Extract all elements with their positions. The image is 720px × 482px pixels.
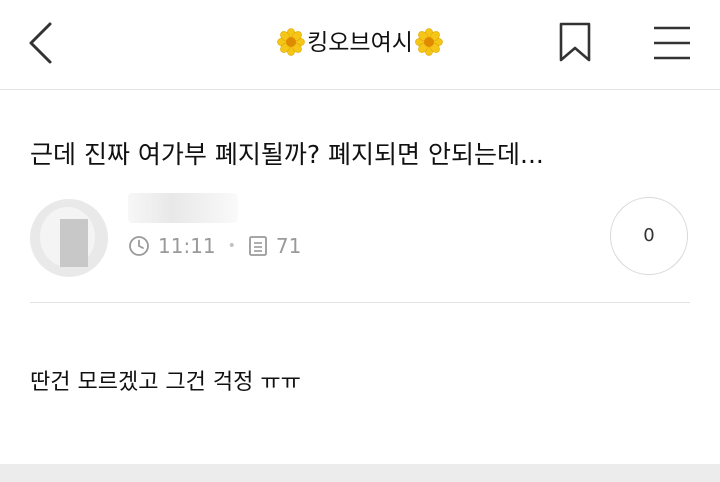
- bookmark-icon: [559, 22, 591, 62]
- post-meta: 11:11 • 71 0: [28, 193, 692, 277]
- post-title: 근데 진짜 여가부 폐지될까? 폐지되면 안되는데...: [30, 140, 544, 169]
- document-icon: [249, 236, 267, 256]
- post-time: 11:11: [158, 234, 216, 258]
- flower-icon: [415, 28, 443, 56]
- comment-count-button[interactable]: 0: [610, 197, 688, 275]
- flower-icon: [277, 28, 305, 56]
- meta-row: 11:11 • 71: [128, 233, 301, 259]
- clock-icon: [129, 236, 149, 256]
- top-bar: 킹오브여시: [0, 0, 720, 90]
- bookmark-button[interactable]: [555, 20, 595, 66]
- board-title[interactable]: 킹오브여시: [0, 26, 720, 60]
- menu-button[interactable]: [650, 24, 694, 62]
- divider: [30, 302, 690, 303]
- author-name-redacted[interactable]: [128, 193, 238, 223]
- hamburger-menu-icon: [654, 26, 690, 60]
- board-title-text: 킹오브여시: [307, 30, 413, 56]
- post-body: 딴건 모르겠고 그건 걱정 ㅠㅠ: [30, 370, 301, 395]
- view-count: 71: [275, 234, 302, 258]
- separator-dot: •: [227, 238, 236, 254]
- bottom-bar: [0, 464, 720, 482]
- avatar[interactable]: [30, 199, 108, 277]
